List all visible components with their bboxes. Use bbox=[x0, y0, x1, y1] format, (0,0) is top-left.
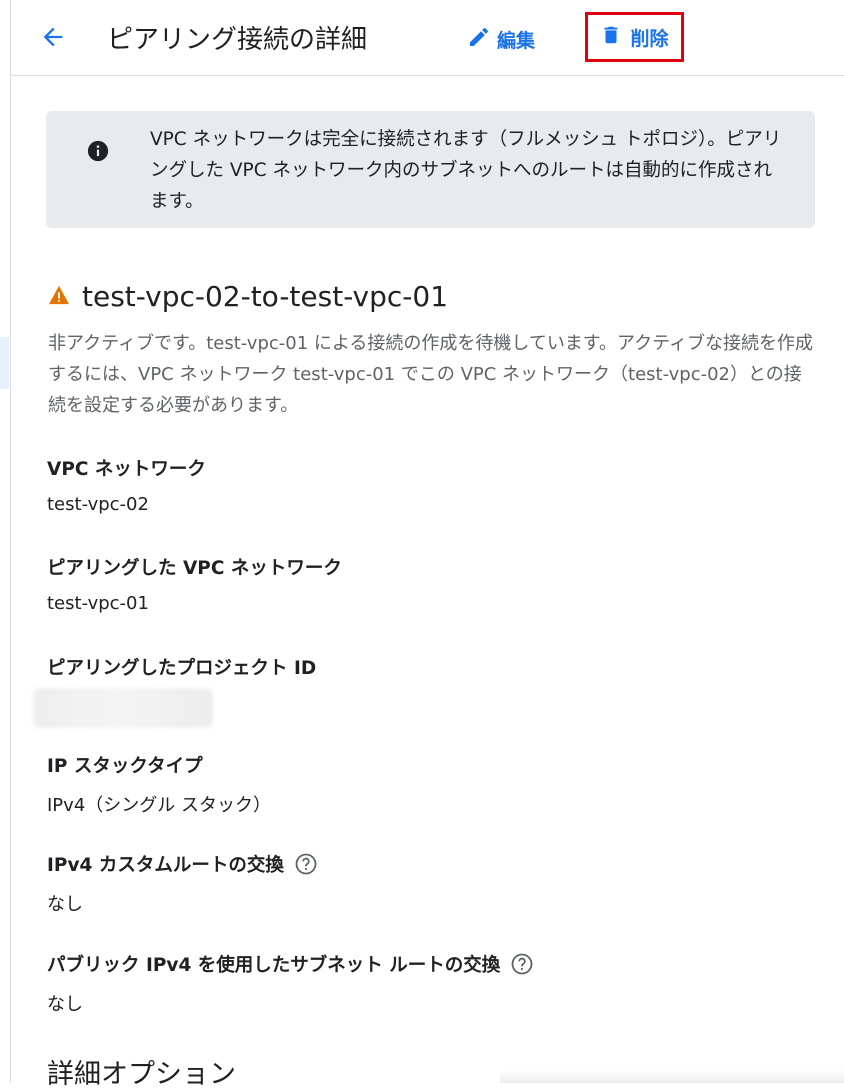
field-value: test-vpc-02 bbox=[47, 494, 149, 515]
connection-status-text: 非アクティブです。test-vpc-01 による接続の作成を待機しています。アク… bbox=[48, 333, 814, 416]
field-label: IP スタックタイプ bbox=[47, 756, 203, 777]
field-label: VPC ネットワーク bbox=[47, 459, 206, 480]
help-icon[interactable] bbox=[510, 952, 534, 976]
arrow-back-icon bbox=[39, 23, 67, 55]
field-peered-project-id: ピアリングしたプロジェクト ID bbox=[33, 654, 317, 728]
info-banner-text: VPC ネットワークは完全に接続されます（フルメッシュ トポロジ）。ピアリングし… bbox=[150, 129, 782, 212]
help-icon[interactable] bbox=[294, 852, 318, 876]
field-value: test-vpc-01 bbox=[47, 593, 149, 614]
field-label: IPv4 カスタムルートの交換 bbox=[47, 855, 284, 876]
delete-button[interactable]: 削除 bbox=[585, 12, 684, 62]
info-banner: VPC ネットワークは完全に接続されます（フルメッシュ トポロジ）。ピアリングし… bbox=[46, 111, 815, 228]
edit-button[interactable]: 編集 bbox=[467, 22, 535, 56]
info-icon bbox=[87, 140, 109, 166]
field-value: IPv4（シングル スタック） bbox=[47, 795, 271, 816]
rail-selection-marker bbox=[0, 337, 9, 389]
bottom-shadow bbox=[500, 1070, 844, 1083]
advanced-options-heading: 詳細オプション bbox=[47, 1059, 236, 1090]
field-label-row: IPv4 カスタムルートの交換 bbox=[47, 851, 318, 877]
field-vpc-network: VPC ネットワーク test-vpc-02 bbox=[47, 455, 206, 515]
field-label-row: パブリック IPv4 を使用したサブネット ルートの交換 bbox=[47, 951, 534, 977]
trash-icon bbox=[600, 23, 622, 52]
field-label: パブリック IPv4 を使用したサブネット ルートの交換 bbox=[47, 955, 501, 976]
redacted-project-id bbox=[33, 688, 213, 728]
field-ipv4-custom-routes: IPv4 カスタムルートの交換 なし bbox=[47, 851, 318, 916]
field-ip-stack-type: IP スタックタイプ IPv4（シングル スタック） bbox=[47, 752, 271, 817]
field-value: なし bbox=[47, 894, 83, 915]
left-navigation-rail bbox=[0, 0, 11, 1083]
field-label: ピアリングしたプロジェクト ID bbox=[47, 658, 317, 679]
field-value: なし bbox=[47, 994, 83, 1015]
page-header: ピアリング接続の詳細 編集 削除 bbox=[11, 0, 844, 76]
field-public-ipv4-subnet-routes: パブリック IPv4 を使用したサブネット ルートの交換 なし bbox=[47, 951, 534, 1016]
connection-name: test-vpc-02-to-test-vpc-01 bbox=[82, 280, 449, 313]
page-title: ピアリング接続の詳細 bbox=[107, 25, 368, 55]
edit-label: 編集 bbox=[497, 29, 536, 52]
delete-label: 削除 bbox=[630, 27, 669, 50]
connection-title-row: test-vpc-02-to-test-vpc-01 bbox=[48, 280, 448, 313]
field-label: ピアリングした VPC ネットワーク bbox=[47, 558, 342, 579]
pencil-icon bbox=[467, 25, 491, 54]
back-button[interactable] bbox=[37, 21, 69, 57]
warning-icon bbox=[48, 285, 70, 309]
field-peered-vpc-network: ピアリングした VPC ネットワーク test-vpc-01 bbox=[47, 554, 342, 614]
